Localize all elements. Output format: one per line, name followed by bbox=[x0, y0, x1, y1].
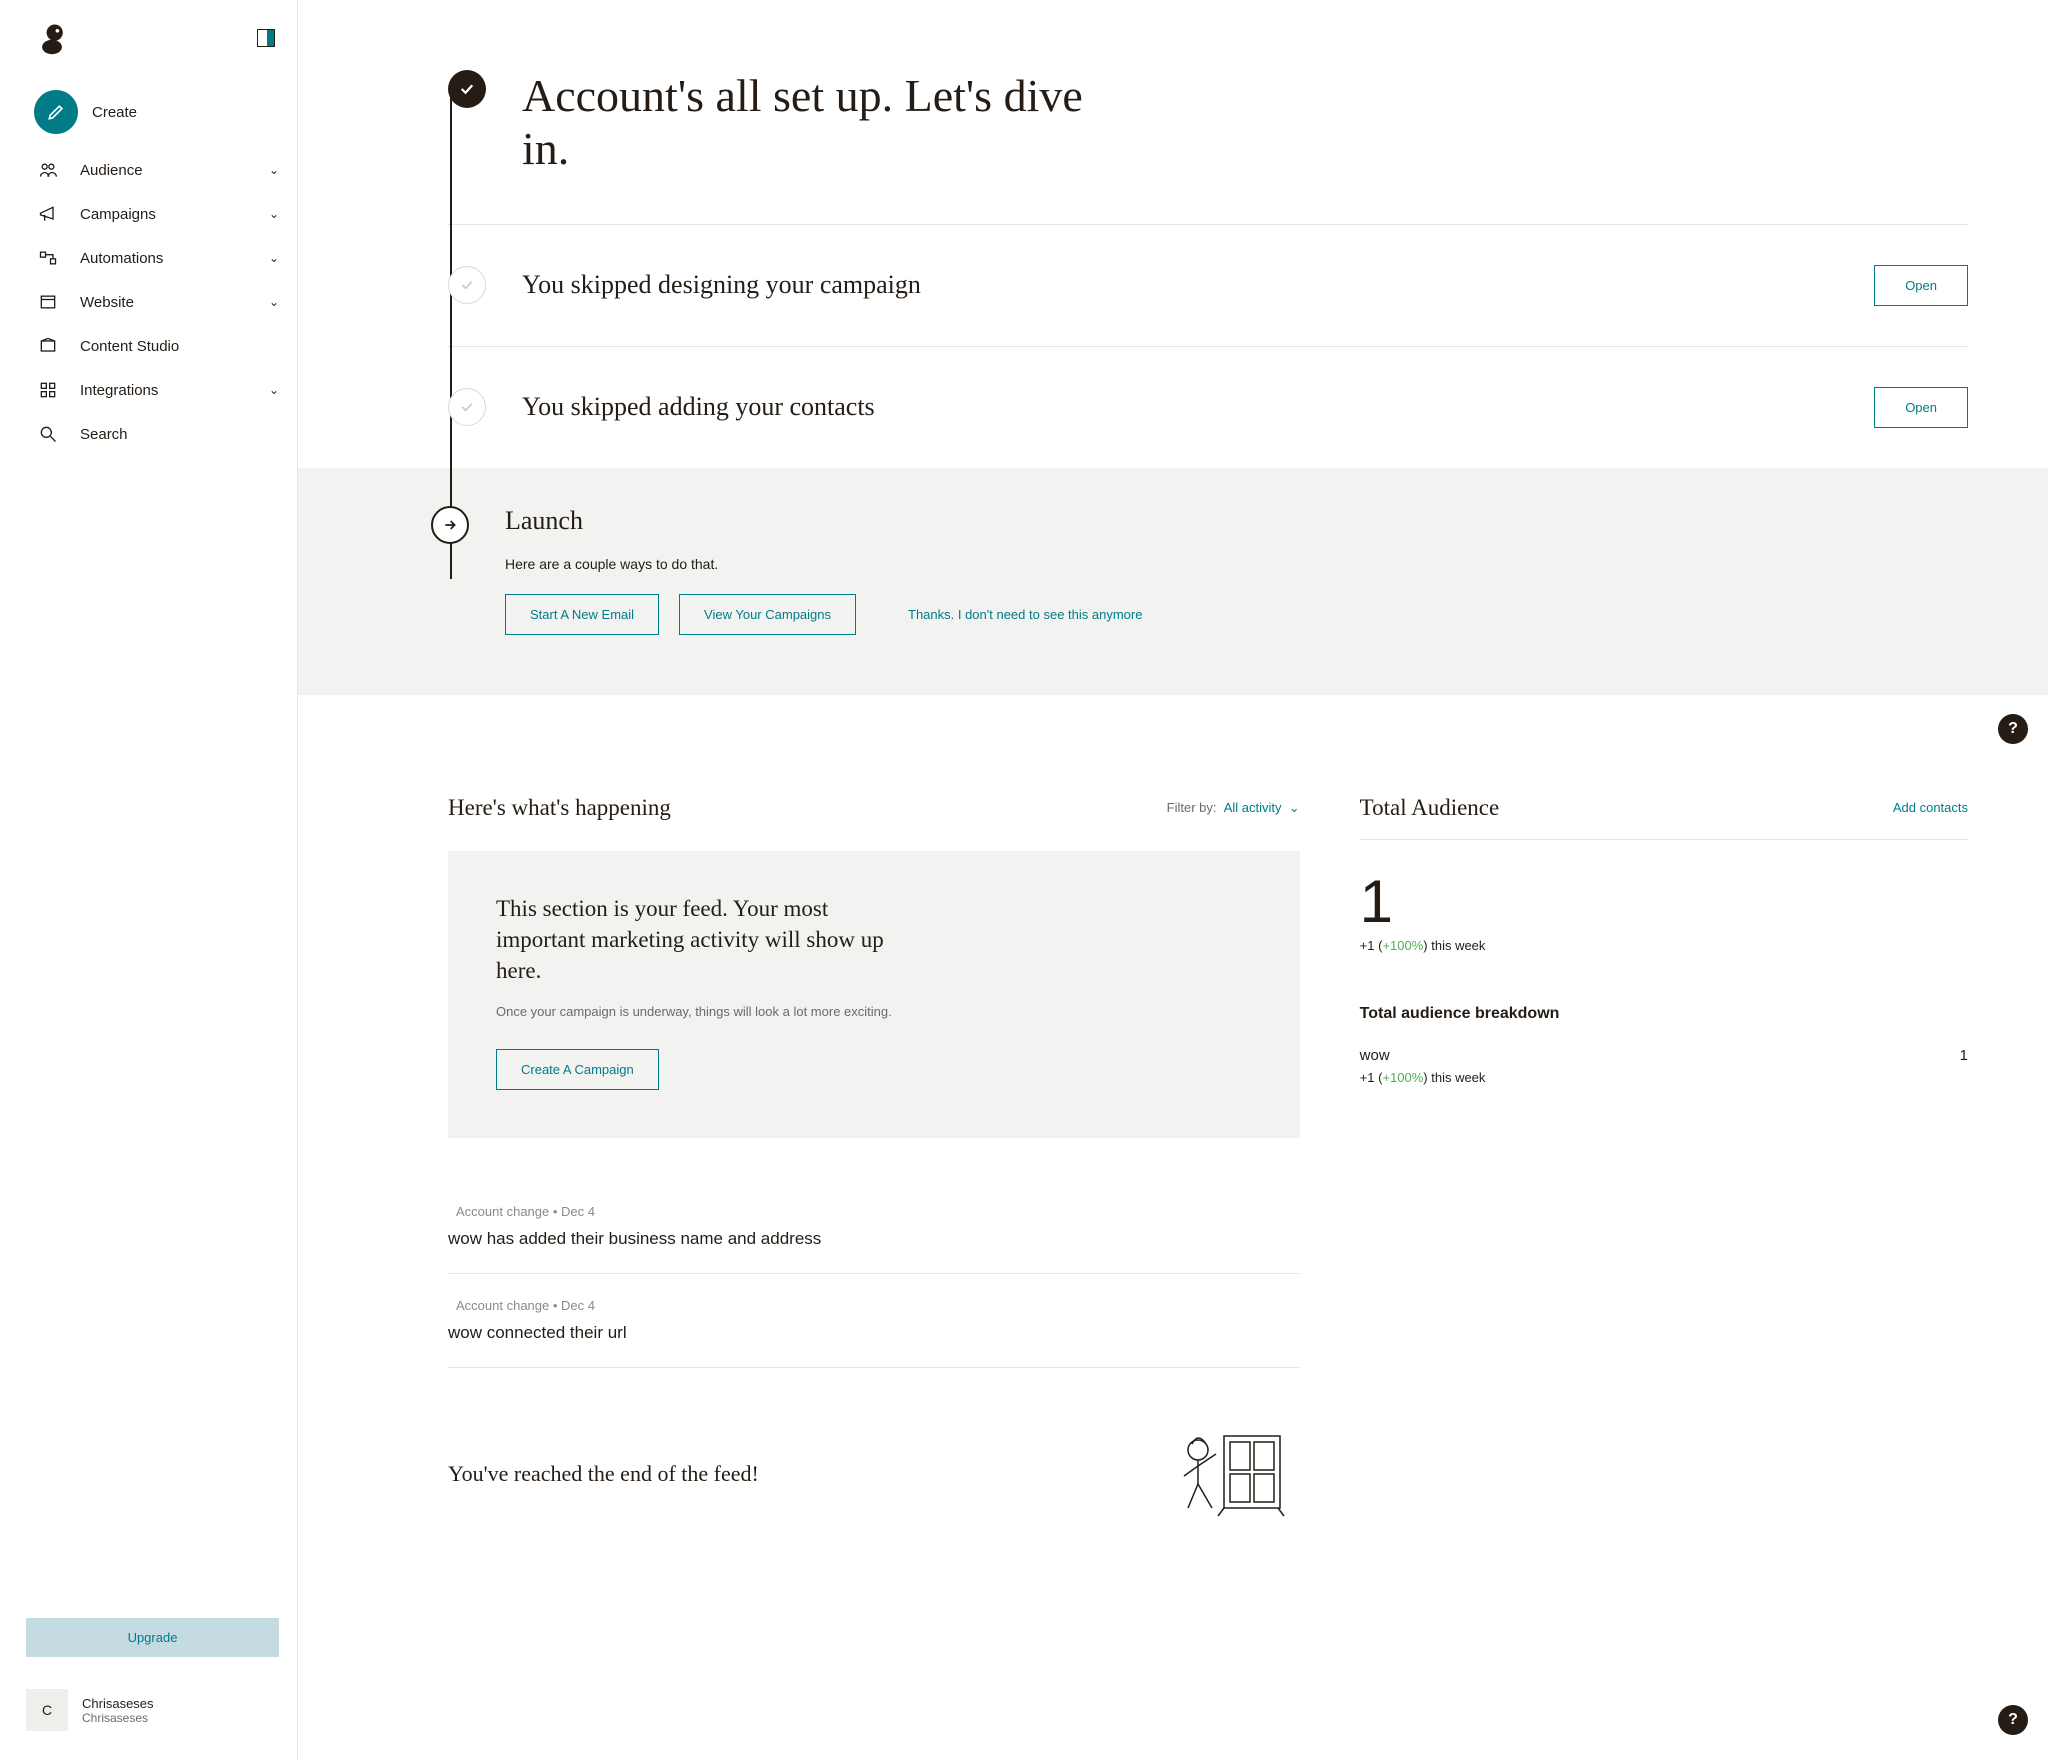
feed-intro-title: This section is your feed. Your most imp… bbox=[496, 893, 916, 986]
audience-delta: +1 (+100%) this week bbox=[1360, 938, 1968, 953]
campaigns-icon bbox=[34, 203, 62, 225]
sidebar-item-label: Audience bbox=[80, 162, 143, 179]
feed-filter[interactable]: Filter by: All activity ⌄ bbox=[1167, 800, 1300, 816]
sidebar-item-label: Search bbox=[80, 426, 128, 443]
avatar: C bbox=[26, 1689, 68, 1731]
sidebar-item-audience[interactable]: Audience ⌄ bbox=[26, 148, 297, 192]
integrations-icon bbox=[34, 379, 62, 401]
feed-heading: Here's what's happening bbox=[448, 795, 671, 821]
breakdown-delta: +1 (+100%) this week bbox=[1360, 1070, 1968, 1085]
collapse-sidebar-button[interactable] bbox=[257, 29, 275, 47]
sidebar-item-label: Content Studio bbox=[80, 338, 179, 355]
sidebar-item-label: Automations bbox=[80, 250, 163, 267]
account-menu[interactable]: C Chrisaseses Chrisaseses bbox=[8, 1675, 297, 1759]
breakdown-name[interactable]: wow bbox=[1360, 1047, 1390, 1064]
door-illustration-icon bbox=[1160, 1422, 1300, 1525]
step-campaign-title: You skipped designing your campaign bbox=[522, 270, 1874, 300]
breakdown-count: 1 bbox=[1960, 1047, 1968, 1064]
setup-headline: Account's all set up. Let's dive in. bbox=[522, 70, 1102, 176]
sidebar: Create Audience ⌄ Campaigns ⌄ Automation… bbox=[0, 0, 298, 1759]
sidebar-item-integrations[interactable]: Integrations ⌄ bbox=[26, 368, 297, 412]
search-icon bbox=[34, 423, 62, 445]
create-button[interactable]: Create bbox=[26, 80, 297, 144]
sidebar-item-label: Website bbox=[80, 294, 134, 311]
help-button[interactable]: ? bbox=[1998, 1705, 2028, 1735]
help-button[interactable]: ? bbox=[1998, 714, 2028, 744]
create-label: Create bbox=[92, 104, 137, 121]
automations-icon bbox=[34, 247, 62, 269]
filter-value: All activity bbox=[1224, 800, 1282, 815]
activity-text: wow connected their url bbox=[448, 1323, 1300, 1343]
filter-label: Filter by: bbox=[1167, 800, 1217, 815]
view-campaigns-button[interactable]: View Your Campaigns bbox=[679, 594, 856, 635]
content-studio-icon bbox=[34, 335, 62, 357]
step-contacts-title: You skipped adding your contacts bbox=[522, 392, 1874, 422]
add-contacts-link[interactable]: Add contacts bbox=[1893, 800, 1968, 815]
chevron-down-icon: ⌄ bbox=[269, 295, 279, 309]
breakdown-title: Total audience breakdown bbox=[1360, 1005, 1968, 1023]
start-email-button[interactable]: Start A New Email bbox=[505, 594, 659, 635]
step-launch-icon bbox=[431, 506, 469, 544]
activity-meta: Account change • Dec 4 bbox=[448, 1204, 1300, 1219]
sidebar-item-label: Campaigns bbox=[80, 206, 156, 223]
feed-intro-card: This section is your feed. Your most imp… bbox=[448, 851, 1300, 1139]
account-name: Chrisaseses bbox=[82, 1696, 154, 1711]
sidebar-item-content-studio[interactable]: Content Studio bbox=[26, 324, 297, 368]
step-done-icon bbox=[448, 70, 486, 108]
step-skipped-icon bbox=[448, 388, 486, 426]
step-skipped-icon bbox=[448, 266, 486, 304]
open-campaign-button[interactable]: Open bbox=[1874, 265, 1968, 306]
sidebar-item-website[interactable]: Website ⌄ bbox=[26, 280, 297, 324]
audience-title: Total Audience bbox=[1360, 795, 1500, 821]
launch-title: Launch bbox=[505, 506, 1988, 536]
launch-subtitle: Here are a couple ways to do that. bbox=[505, 556, 1988, 572]
sidebar-item-automations[interactable]: Automations ⌄ bbox=[26, 236, 297, 280]
pencil-icon bbox=[34, 90, 78, 134]
audience-total: 1 bbox=[1360, 872, 1968, 932]
chevron-down-icon: ⌄ bbox=[269, 207, 279, 221]
chevron-down-icon: ⌄ bbox=[269, 383, 279, 397]
audience-icon bbox=[34, 159, 62, 181]
activity-item[interactable]: Account change • Dec 4 wow connected the… bbox=[448, 1274, 1300, 1368]
chevron-down-icon: ⌄ bbox=[1289, 800, 1300, 815]
logo-icon[interactable] bbox=[34, 20, 70, 56]
main-content: Account's all set up. Let's dive in. You… bbox=[298, 0, 2048, 1759]
chevron-down-icon: ⌄ bbox=[269, 163, 279, 177]
sidebar-item-label: Integrations bbox=[80, 382, 158, 399]
open-contacts-button[interactable]: Open bbox=[1874, 387, 1968, 428]
upgrade-button[interactable]: Upgrade bbox=[26, 1618, 279, 1657]
activity-text: wow has added their business name and ad… bbox=[448, 1229, 1300, 1249]
feed-intro-sub: Once your campaign is underway, things w… bbox=[496, 1002, 916, 1022]
activity-item[interactable]: Account change • Dec 4 wow has added the… bbox=[448, 1180, 1300, 1274]
create-campaign-button[interactable]: Create A Campaign bbox=[496, 1049, 659, 1090]
account-subtitle: Chrisaseses bbox=[82, 1711, 154, 1725]
website-icon bbox=[34, 291, 62, 313]
dismiss-setup-link[interactable]: Thanks. I don't need to see this anymore bbox=[908, 607, 1142, 622]
activity-meta: Account change • Dec 4 bbox=[448, 1298, 1300, 1313]
chevron-down-icon: ⌄ bbox=[269, 251, 279, 265]
sidebar-item-campaigns[interactable]: Campaigns ⌄ bbox=[26, 192, 297, 236]
sidebar-item-search[interactable]: Search bbox=[26, 412, 297, 456]
feed-end-text: You've reached the end of the feed! bbox=[448, 1461, 1120, 1487]
